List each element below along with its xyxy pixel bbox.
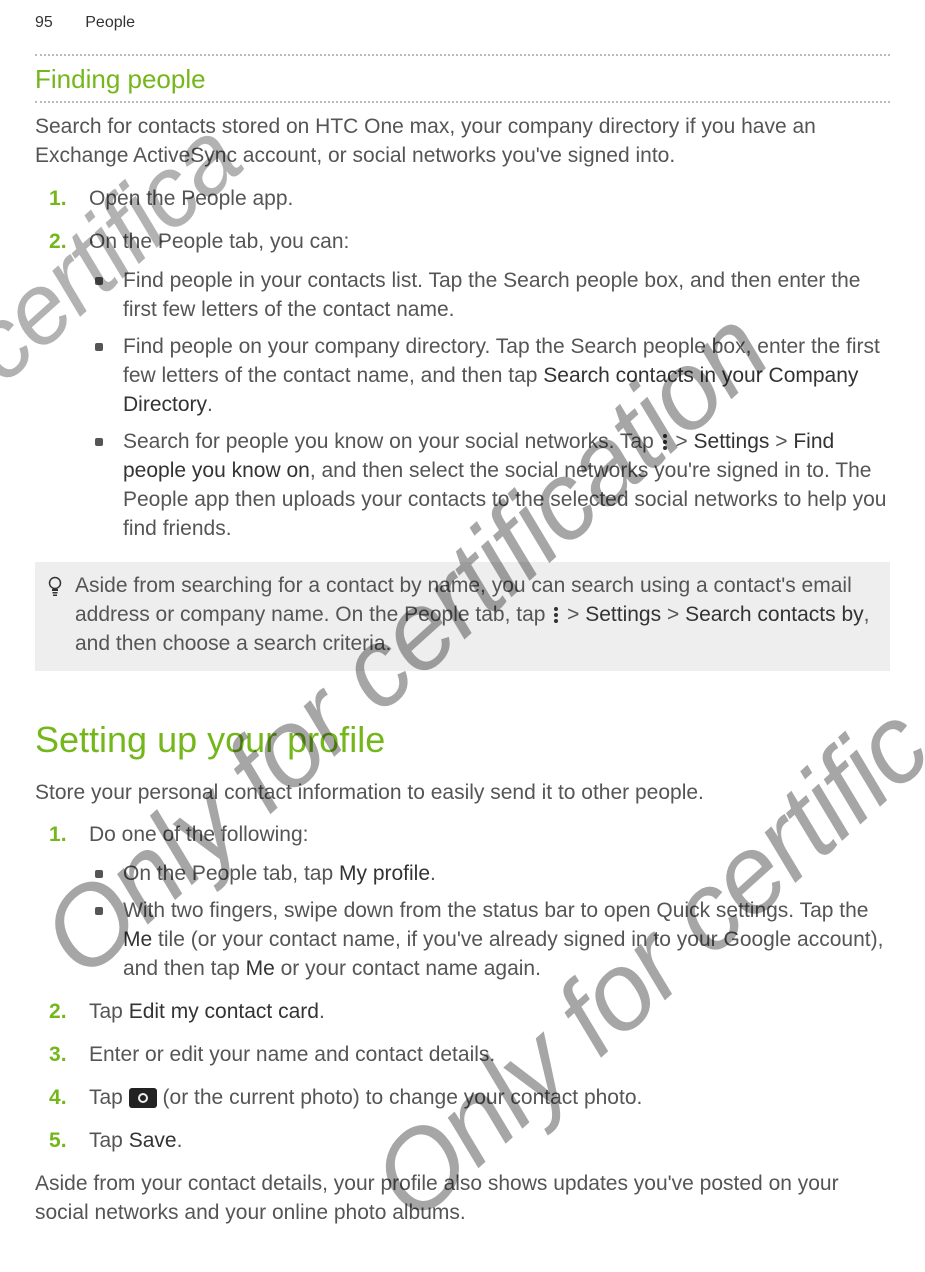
step-text: Do one of the following:: [89, 823, 308, 846]
text: .: [177, 1129, 183, 1152]
overflow-menu-icon: [660, 434, 670, 450]
step-item: Tap (or the current photo) to change you…: [35, 1084, 890, 1113]
profile-bullets: On the People tab, tap My profile. With …: [89, 860, 890, 984]
bullet-item: Search for people you know on your socia…: [89, 428, 890, 544]
bold-text: My profile: [339, 862, 430, 885]
camera-icon: [129, 1088, 157, 1108]
bullet-item: Find people in your contacts list. Tap t…: [89, 267, 890, 325]
step-item: Tap Save.: [35, 1127, 890, 1156]
step-item: Do one of the following: On the People t…: [35, 821, 890, 984]
bullet-item: On the People tab, tap My profile.: [89, 860, 890, 889]
step-item: Enter or edit your name and contact deta…: [35, 1041, 890, 1070]
text: On the People tab, tap: [123, 862, 339, 885]
text: (or the current photo) to change your co…: [157, 1086, 643, 1109]
text: >: [661, 603, 685, 626]
outro-text: Aside from your contact details, your pr…: [35, 1170, 890, 1228]
overflow-menu-icon: [551, 607, 561, 623]
step-item: Tap Edit my contact card.: [35, 998, 890, 1027]
tip-box: Aside from searching for a contact by na…: [35, 562, 890, 671]
text: .: [319, 1000, 325, 1023]
bullet-item: With two fingers, swipe down from the st…: [89, 897, 890, 984]
text: .: [430, 862, 436, 885]
heading-finding-people: Finding people: [35, 64, 890, 95]
text: Tap: [89, 1000, 129, 1023]
text: Tap: [89, 1129, 129, 1152]
page-content: 95 People Finding people Search for cont…: [0, 0, 925, 1272]
section-name: People: [85, 14, 135, 31]
bold-text: Me: [246, 957, 275, 980]
divider: [35, 101, 890, 103]
bold-text: Search contacts by: [685, 603, 864, 626]
divider: [35, 54, 890, 56]
step-text: On the People tab, you can:: [89, 230, 349, 253]
text: >: [769, 430, 793, 453]
text: >: [670, 430, 694, 453]
step-item: On the People tab, you can: Find people …: [35, 228, 890, 544]
page-header: 95 People: [35, 14, 890, 32]
bold-text: Edit my contact card: [129, 1000, 319, 1023]
bold-text: Settings: [585, 603, 661, 626]
step-item: Open the People app.: [35, 185, 890, 214]
heading-setting-profile: Setting up your profile: [35, 719, 890, 761]
text: or your contact name again.: [275, 957, 541, 980]
profile-steps: Do one of the following: On the People t…: [35, 821, 890, 1156]
intro-text: Search for contacts stored on HTC One ma…: [35, 113, 890, 171]
bold-text: Settings: [694, 430, 770, 453]
text: >: [561, 603, 585, 626]
intro-text: Store your personal contact information …: [35, 779, 890, 808]
text: Tap: [89, 1086, 129, 1109]
lightbulb-icon: [47, 576, 63, 603]
text: With two fingers, swipe down from the st…: [123, 899, 868, 922]
text: Search for people you know on your socia…: [123, 430, 660, 453]
text: .: [207, 393, 213, 416]
finding-bullets: Find people in your contacts list. Tap t…: [89, 267, 890, 544]
tip-text: Aside from searching for a contact by na…: [75, 572, 878, 659]
bullet-item: Find people on your company directory. T…: [89, 333, 890, 420]
bold-text: Save: [129, 1129, 177, 1152]
page-number: 95: [35, 14, 53, 31]
finding-steps: Open the People app. On the People tab, …: [35, 185, 890, 544]
bold-text: Me: [123, 928, 152, 951]
